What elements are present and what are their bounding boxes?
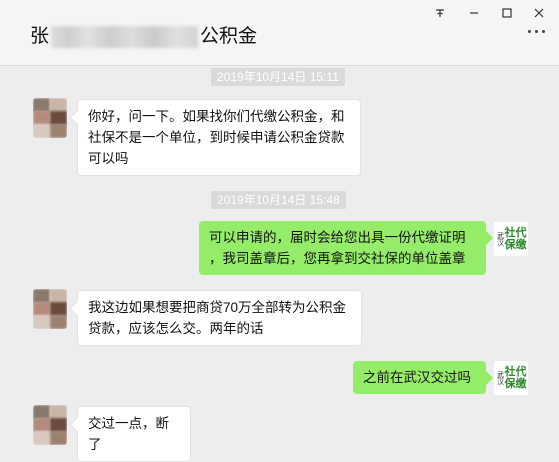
pin-icon[interactable] [430,4,450,22]
logo-line-2: 保缴 [504,239,527,251]
message-line: 交过一点，断了 [88,416,169,452]
close-icon[interactable] [529,4,549,22]
avatar[interactable] [33,98,67,138]
chat-title-prefix: 张 [30,26,50,47]
logo-line-1: 社代 [504,366,527,378]
message-line: 社保不是一个单位，到时候申请公积金贷款 [88,130,345,145]
message-line: 我这边如果想要把商贷70万全部转为公积金 [88,300,347,315]
chat-title-suffix: 公积金 [200,26,258,47]
more-dots-icon[interactable] [528,30,545,33]
logo-small-text: 武汉 [496,371,504,385]
chat-title: 张 公积金 [30,24,257,50]
maximize-icon[interactable] [497,4,517,22]
company-logo-avatar[interactable]: 武汉 社代 保缴 [494,222,528,256]
logo-line-1: 社代 [504,227,527,239]
message-line: 可以吗 [88,151,129,166]
minimize-icon[interactable] [464,4,484,22]
message-incoming[interactable]: 交过一点，断了 [77,406,191,462]
chat-header: 张 公积金 [0,0,559,66]
message-outgoing[interactable]: 之前在武汉交过吗 [353,361,486,394]
message-line: 可以申请的，届时会给您出具一份代缴证明 [209,230,466,245]
timestamp: 2019年10月14日 15:11 [211,68,345,86]
avatar[interactable] [33,289,67,329]
avatar[interactable] [33,405,67,445]
message-incoming[interactable]: 你好，问一下。如果找你们代缴公积金，和 社保不是一个单位，到时候申请公积金贷款 … [77,99,361,176]
company-logo-avatar[interactable]: 武汉 社代 保缴 [494,361,528,395]
timestamp: 2019年10月14日 15:48 [211,191,346,209]
message-line: ，我司盖章后，您再拿到交社保的单位盖章 [209,251,466,266]
message-line: 你好，问一下。如果找你们代缴公积金，和 [88,109,345,124]
redacted-name-blur [51,26,199,48]
message-outgoing[interactable]: 可以申请的，届时会给您出具一份代缴证明 ，我司盖章后，您再拿到交社保的单位盖章 [199,221,486,275]
message-incoming[interactable]: 我这边如果想要把商贷70万全部转为公积金 贷款，应该怎么交。两年的话 [77,290,362,346]
logo-line-2: 保缴 [504,378,527,390]
logo-small-text: 武汉 [496,232,504,246]
message-line: 贷款，应该怎么交。两年的话 [88,321,264,336]
message-line: 之前在武汉交过吗 [363,370,471,385]
